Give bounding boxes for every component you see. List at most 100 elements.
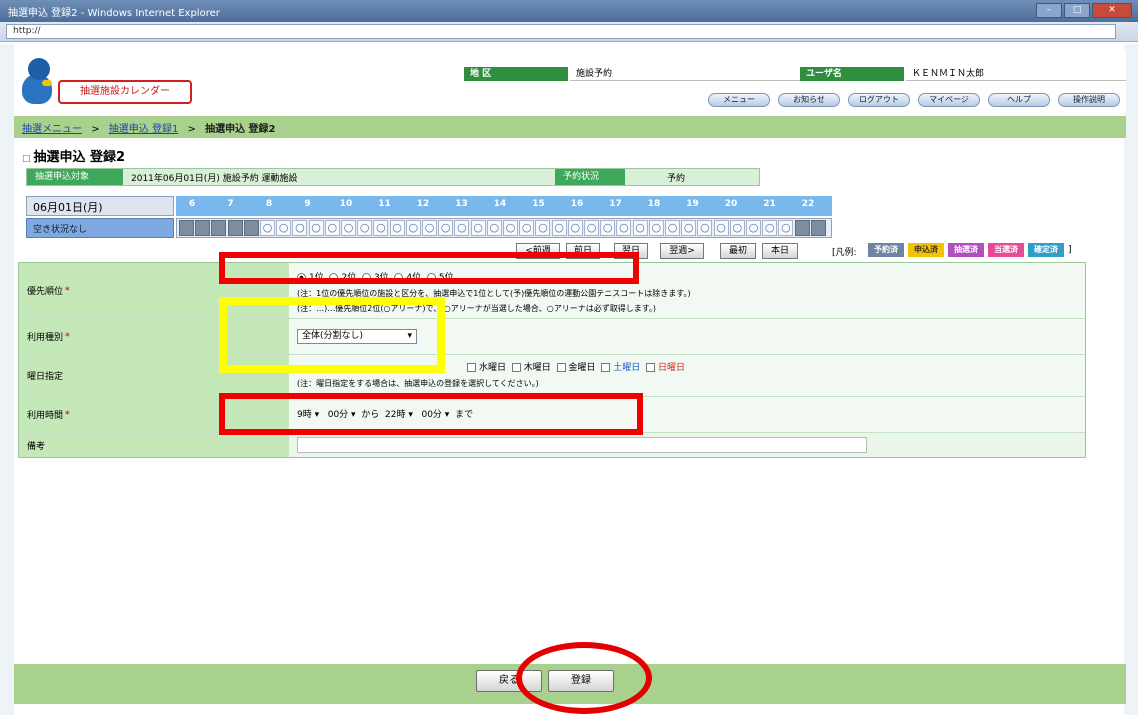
calendar-button[interactable]: 抽選施設カレンダー — [58, 80, 192, 104]
slot-available[interactable]: ○ — [357, 220, 373, 236]
next-week-button[interactable]: 翌週> — [660, 243, 704, 259]
confirm-button[interactable]: 登録 — [548, 670, 614, 692]
usage-select[interactable]: 全体(分割なし) ▾ — [297, 329, 417, 344]
legend-drawn: 抽選済 — [948, 243, 984, 257]
slot-available[interactable]: ○ — [405, 220, 421, 236]
nav-notice-button[interactable]: お知らせ — [778, 93, 840, 107]
legend-close: ] — [1068, 245, 1072, 255]
remarks-input[interactable] — [297, 437, 867, 453]
slot-available[interactable]: ○ — [632, 220, 648, 236]
slot-unavailable — [179, 220, 194, 236]
priority-radio-3[interactable] — [361, 273, 371, 282]
today-button[interactable]: 本日 — [762, 243, 798, 259]
slot-available[interactable]: ○ — [746, 220, 761, 236]
slot-available[interactable]: ○ — [535, 220, 551, 236]
to-min-select[interactable]: 00分 ▾ — [421, 410, 449, 420]
nav-logout-button[interactable]: ログアウト — [848, 93, 910, 107]
priority-radio-2[interactable] — [329, 273, 339, 282]
hour-label: 22 — [801, 199, 815, 209]
hour-label: 6 — [188, 199, 196, 209]
slot-available[interactable]: ○ — [341, 220, 356, 236]
chevron-down-icon: ▾ — [407, 331, 412, 341]
slot-available[interactable]: ○ — [486, 220, 502, 236]
slot-available[interactable]: ○ — [324, 220, 340, 236]
slot-available[interactable]: ○ — [292, 220, 308, 236]
hour-label: 17 — [609, 199, 622, 209]
slot-available[interactable]: ○ — [665, 220, 680, 236]
summary-status-label: 予約状況 — [555, 169, 625, 185]
slot-available[interactable]: ○ — [681, 220, 697, 236]
priority-options: 1位 2位 3位 4位 5位 — [297, 270, 1077, 283]
slot-unavailable — [195, 220, 211, 236]
slot-row: ○ ○ ○ ○ ○ ○ ○ ○ ○ ○ ○ ○ ○ ○ ○ ○ ○ ○ ○ ○ ○ ○ ○ ○ ○ ○ ○ ○ ○ ○ ○ ○ ○ — [176, 218, 832, 238]
breadcrumb-lottery-menu[interactable]: 抽選メニュー — [22, 124, 82, 135]
day-check-fri[interactable] — [556, 363, 566, 372]
hour-label: 10 — [339, 199, 353, 209]
slot-available[interactable]: ○ — [470, 220, 486, 236]
slot-available[interactable]: ○ — [778, 220, 794, 236]
back-button[interactable]: 戻る — [476, 670, 542, 692]
day-spec-row: 曜日指定 水曜日 木曜日 金曜日 土曜日 日曜日 (注：曜日指定をする場合は、抽… — [19, 355, 1085, 397]
from-min-select[interactable]: 00分 ▾ — [328, 410, 356, 420]
area-label: 地 区 — [464, 67, 568, 81]
slot-available[interactable]: ○ — [567, 220, 583, 236]
legend-title: [凡例: — [832, 248, 857, 258]
breadcrumb-separator: > — [91, 124, 100, 135]
prev-day-button[interactable]: 前日 — [566, 243, 600, 259]
window-titlebar: 抽選申込 登録2 - Windows Internet Explorer – □… — [0, 0, 1138, 22]
maximize-icon[interactable]: □ — [1064, 3, 1090, 18]
slot-available[interactable]: ○ — [308, 220, 324, 236]
breadcrumb-register1[interactable]: 抽選申込 登録1 — [109, 124, 179, 135]
slot-available[interactable]: ○ — [422, 220, 437, 236]
slot-available[interactable]: ○ — [373, 220, 389, 236]
day-check-sat[interactable] — [601, 363, 611, 372]
hour-label: 20 — [724, 199, 738, 209]
priority-radio-5[interactable] — [426, 273, 436, 282]
slot-available[interactable]: ○ — [260, 220, 275, 236]
minimize-icon[interactable]: – — [1036, 3, 1062, 18]
user-label: ユーザ名 — [800, 67, 904, 81]
schedule-date: 06月01日(月) — [26, 196, 174, 216]
close-icon[interactable]: ✕ — [1092, 3, 1132, 18]
slot-available[interactable]: ○ — [389, 220, 405, 236]
day-check-wed[interactable] — [467, 363, 476, 372]
slot-available[interactable]: ○ — [600, 220, 616, 236]
prev-week-button[interactable]: <前週 — [516, 243, 560, 259]
area-value: 施設予約 — [570, 67, 804, 81]
slot-available[interactable]: ○ — [729, 220, 745, 236]
day-check-sun[interactable] — [646, 363, 655, 372]
next-day-button[interactable]: 翌日 — [614, 243, 648, 259]
slot-available[interactable]: ○ — [519, 220, 535, 236]
nav-guide-button[interactable]: 操作説明 — [1058, 93, 1120, 107]
priority-radio-4[interactable] — [394, 273, 404, 282]
priority-radio-1[interactable] — [297, 273, 306, 282]
time-label: 利用時間 * — [19, 397, 289, 432]
window-controls: – □ ✕ — [1036, 3, 1132, 18]
slot-unavailable — [794, 220, 810, 236]
slot-available[interactable]: ○ — [276, 220, 292, 236]
slot-available[interactable]: ○ — [762, 220, 778, 236]
slot-available[interactable]: ○ — [551, 220, 567, 236]
slot-available[interactable]: ○ — [454, 220, 470, 236]
priority-note-1: (注：1位の優先順位の施設と区分を、抽選申込で1位として(予)優先順位の運動公園… — [297, 289, 691, 298]
hour-label: 11 — [378, 199, 391, 209]
breadcrumb-separator: > — [187, 124, 196, 135]
day-check-thu[interactable] — [511, 363, 521, 372]
nav-help-button[interactable]: ヘルプ — [988, 93, 1050, 107]
slot-available[interactable]: ○ — [438, 220, 454, 236]
from-hour-select[interactable]: 9時 ▾ — [297, 410, 319, 420]
hour-label: 21 — [763, 199, 776, 209]
nav-mypage-button[interactable]: マイページ — [918, 93, 980, 107]
slot-available[interactable]: ○ — [503, 220, 518, 236]
first-button[interactable]: 最初 — [720, 243, 756, 259]
to-hour-select[interactable]: 22時 ▾ — [385, 410, 413, 420]
slot-available[interactable]: ○ — [616, 220, 632, 236]
nav-menu-button[interactable]: メニュー — [708, 93, 770, 107]
slot-available[interactable]: ○ — [648, 220, 664, 236]
slot-available[interactable]: ○ — [713, 220, 729, 236]
url-field[interactable]: http:// — [6, 24, 1116, 39]
slot-available[interactable]: ○ — [584, 220, 599, 236]
app-header: 抽選施設カレンダー 地 区 施設予約 ユーザ名 ＫＥＮＭＩＮ太郎 メニュー お知… — [14, 50, 1126, 112]
schedule-row-label: 空き状況なし — [26, 218, 174, 238]
slot-available[interactable]: ○ — [697, 220, 713, 236]
